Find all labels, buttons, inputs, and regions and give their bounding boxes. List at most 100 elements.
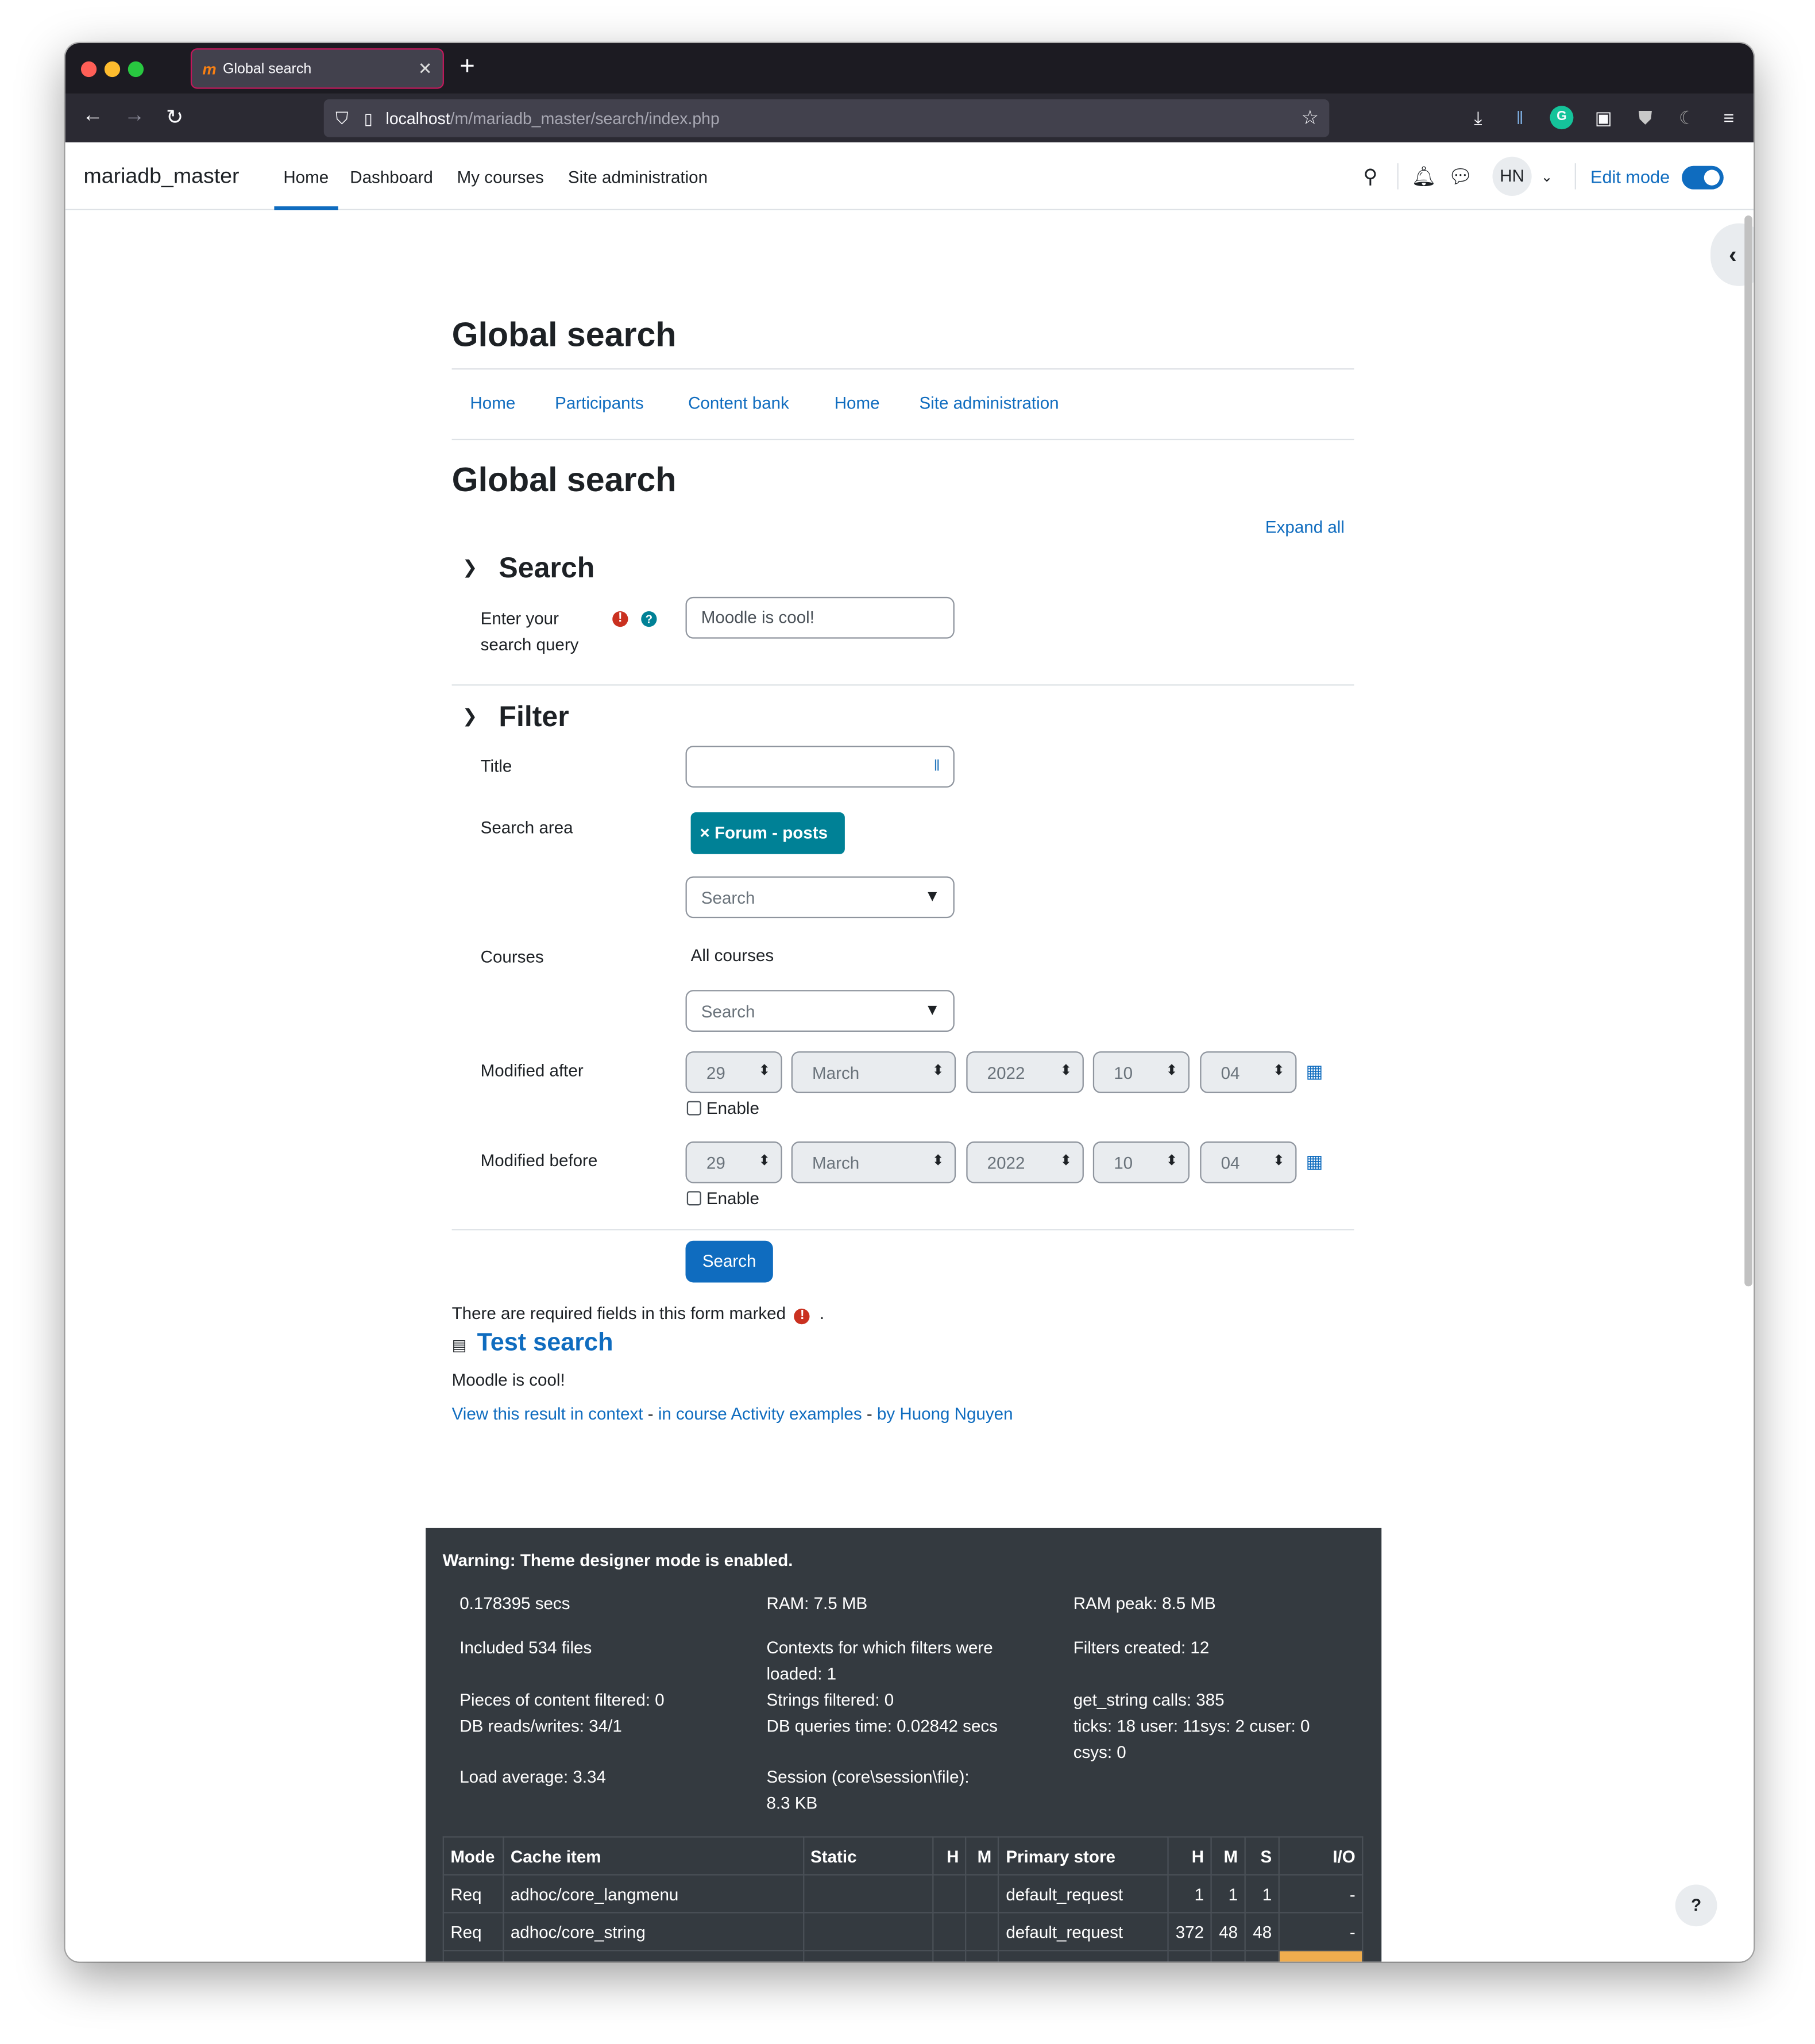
extension-icon[interactable]: ǁ [1508, 106, 1532, 129]
calendar-icon[interactable]: ▦ [1306, 1151, 1323, 1173]
secondary-nav-content-bank[interactable]: Content bank [688, 393, 789, 412]
site-brand[interactable]: mariadb_master [83, 164, 239, 189]
modified-before-label: Modified before [480, 1150, 598, 1170]
minimize-window-dot[interactable] [104, 61, 121, 78]
filter-section-header[interactable]: ❯ Filter [462, 700, 569, 734]
browser-tab[interactable]: m Global search ✕ [190, 48, 444, 89]
sort-icon: ⬍ [1060, 1153, 1072, 1169]
expand-all-link[interactable]: Expand all [1265, 517, 1345, 537]
modified-before-year[interactable]: 2022 ⬍ [966, 1141, 1084, 1183]
screenshot-icon[interactable]: ▣ [1592, 106, 1615, 129]
enable-checkbox[interactable] [686, 1101, 701, 1116]
notification-bell-icon[interactable]: 🔔︎ [1412, 164, 1436, 188]
downloads-icon[interactable]: ⤓ [1466, 106, 1490, 129]
stat-session: Session (core\session\file): 8.3 KB [766, 1767, 970, 1813]
close-window-dot[interactable] [80, 61, 97, 78]
courses-value: All courses [690, 945, 774, 966]
title-input[interactable] [685, 746, 955, 788]
modified-after-enable[interactable]: Enable [686, 1098, 759, 1118]
author-link[interactable]: by Huong Nguyen [877, 1404, 1013, 1424]
required-icon: ! [612, 611, 628, 627]
stat-db-rw: DB reads/writes: 34/1 [459, 1716, 622, 1736]
messages-icon[interactable]: 💬︎ [1448, 164, 1473, 188]
tab-strip: m Global search ✕ + [65, 43, 1754, 94]
sort-icon: ⬍ [932, 1153, 944, 1169]
privacy-shield-icon[interactable]: ⛊ [1633, 106, 1657, 129]
forward-icon[interactable]: → [124, 105, 145, 128]
secondary-nav-home[interactable]: Home [470, 393, 515, 412]
grammarly-icon[interactable]: G [1550, 106, 1574, 130]
modified-before-enable[interactable]: Enable [686, 1189, 759, 1208]
user-avatar[interactable]: HN [1492, 156, 1532, 196]
browser-toolbar: ← → ↻ ⛉ ▯ localhost/m/mariadb_master/sea… [65, 94, 1754, 142]
search-query-input[interactable]: Moodle is cool! [685, 596, 955, 639]
menu-icon[interactable]: ≡ [1717, 106, 1740, 129]
chevron-down-icon[interactable]: ❯ [462, 556, 499, 579]
search-section-title: Search [499, 551, 595, 584]
edit-mode-toggle[interactable] [1682, 165, 1724, 190]
result-content: Moodle is cool! [451, 1370, 565, 1390]
moodle-favicon-icon: m [202, 59, 217, 78]
modified-before-month[interactable]: March ⬍ [791, 1141, 956, 1183]
divider [451, 438, 1354, 441]
back-icon[interactable]: ← [82, 105, 103, 128]
table-row: Req adhoc/core_string default_request 372 48… [442, 1912, 1364, 1952]
tab-title: Global search [223, 60, 312, 76]
nav-home[interactable]: Home [274, 167, 338, 211]
reload-icon[interactable]: ↻ [166, 105, 183, 130]
page-info-icon[interactable]: ▯ [364, 109, 373, 128]
modified-after-hour[interactable]: 10 ⬍ [1092, 1051, 1190, 1093]
new-tab-icon[interactable]: + [459, 52, 475, 82]
password-manager-icon[interactable]: ǁ [933, 756, 940, 774]
secondary-nav-home-2[interactable]: Home [835, 393, 880, 412]
sort-icon: ⬍ [1165, 1153, 1178, 1169]
stat-strings: Strings filtered: 0 [766, 1690, 894, 1710]
modified-before-minute[interactable]: 04 ⬍ [1200, 1141, 1297, 1183]
zoom-window-dot[interactable] [128, 61, 144, 78]
nav-dashboard[interactable]: Dashboard [350, 167, 433, 187]
help-button[interactable]: ? [1675, 1884, 1717, 1927]
page-scrollbar[interactable] [1744, 215, 1752, 1287]
modified-after-year[interactable]: 2022 ⬍ [966, 1051, 1084, 1093]
address-bar[interactable]: ⛉ ▯ localhost/m/mariadb_master/search/in… [323, 99, 1330, 137]
stat-ticks: ticks: 18 user: 11sys: 2 cuser: 0 csys: 0 [1073, 1716, 1310, 1762]
sort-icon: ⬍ [758, 1063, 771, 1079]
enable-checkbox[interactable] [686, 1191, 701, 1206]
search-section-header[interactable]: ❯ Search [462, 551, 594, 585]
theme-designer-warning: Warning: Theme designer mode is enabled. [442, 1550, 793, 1570]
result-links: View this result in context - in course … [451, 1403, 1013, 1424]
help-icon[interactable]: ? [641, 611, 657, 627]
search-icon[interactable]: ⚲ [1363, 164, 1377, 188]
stat-ram-peak: RAM peak: 8.5 MB [1073, 1593, 1216, 1613]
header-divider [1397, 163, 1399, 190]
chevron-down-icon[interactable]: ❯ [462, 705, 499, 728]
bookmark-star-icon[interactable]: ☆ [1302, 106, 1319, 129]
sort-icon: ⬍ [1273, 1153, 1285, 1169]
modified-before-hour[interactable]: 10 ⬍ [1092, 1141, 1190, 1183]
search-area-tag[interactable]: × Forum - posts [690, 812, 845, 854]
course-link[interactable]: in course Activity examples [658, 1404, 862, 1424]
stat-db-time: DB queries time: 0.02842 secs [766, 1716, 998, 1736]
stat-get-string: get_string calls: 385 [1073, 1690, 1225, 1710]
modified-after-minute[interactable]: 04 ⬍ [1200, 1051, 1297, 1093]
search-area-select[interactable]: Search ▼ [685, 876, 955, 919]
extension-c-icon[interactable]: ☾ [1675, 106, 1699, 129]
modified-after-day[interactable]: 29 ⬍ [685, 1051, 782, 1093]
calendar-icon[interactable]: ▦ [1306, 1060, 1323, 1083]
close-tab-icon[interactable]: ✕ [418, 59, 432, 79]
modified-before-day[interactable]: 29 ⬍ [685, 1141, 782, 1183]
shield-icon[interactable]: ⛉ [335, 108, 348, 129]
secondary-nav-participants[interactable]: Participants [555, 393, 643, 412]
courses-select[interactable]: Search ▼ [685, 990, 955, 1032]
stat-contexts: Contexts for which filters were loaded: 1 [766, 1637, 993, 1684]
modified-after-month[interactable]: March ⬍ [791, 1051, 956, 1093]
browser-window: m Global search ✕ + ← → ↻ ⛉ ▯ localhost/… [65, 43, 1754, 1962]
user-menu-chevron-down-icon[interactable]: ⌄ [1541, 168, 1553, 186]
search-submit-button[interactable]: Search [685, 1240, 773, 1283]
view-in-context-link[interactable]: View this result in context [452, 1404, 643, 1424]
result-title[interactable]: ▤ Test search [452, 1329, 613, 1358]
nav-site-administration[interactable]: Site administration [568, 167, 708, 187]
secondary-nav-site-administration[interactable]: Site administration [919, 393, 1059, 412]
table-row: Req adhoc/core_langmenu default_request 1 1 1… [442, 1874, 1364, 1914]
nav-my-courses[interactable]: My courses [457, 167, 544, 187]
